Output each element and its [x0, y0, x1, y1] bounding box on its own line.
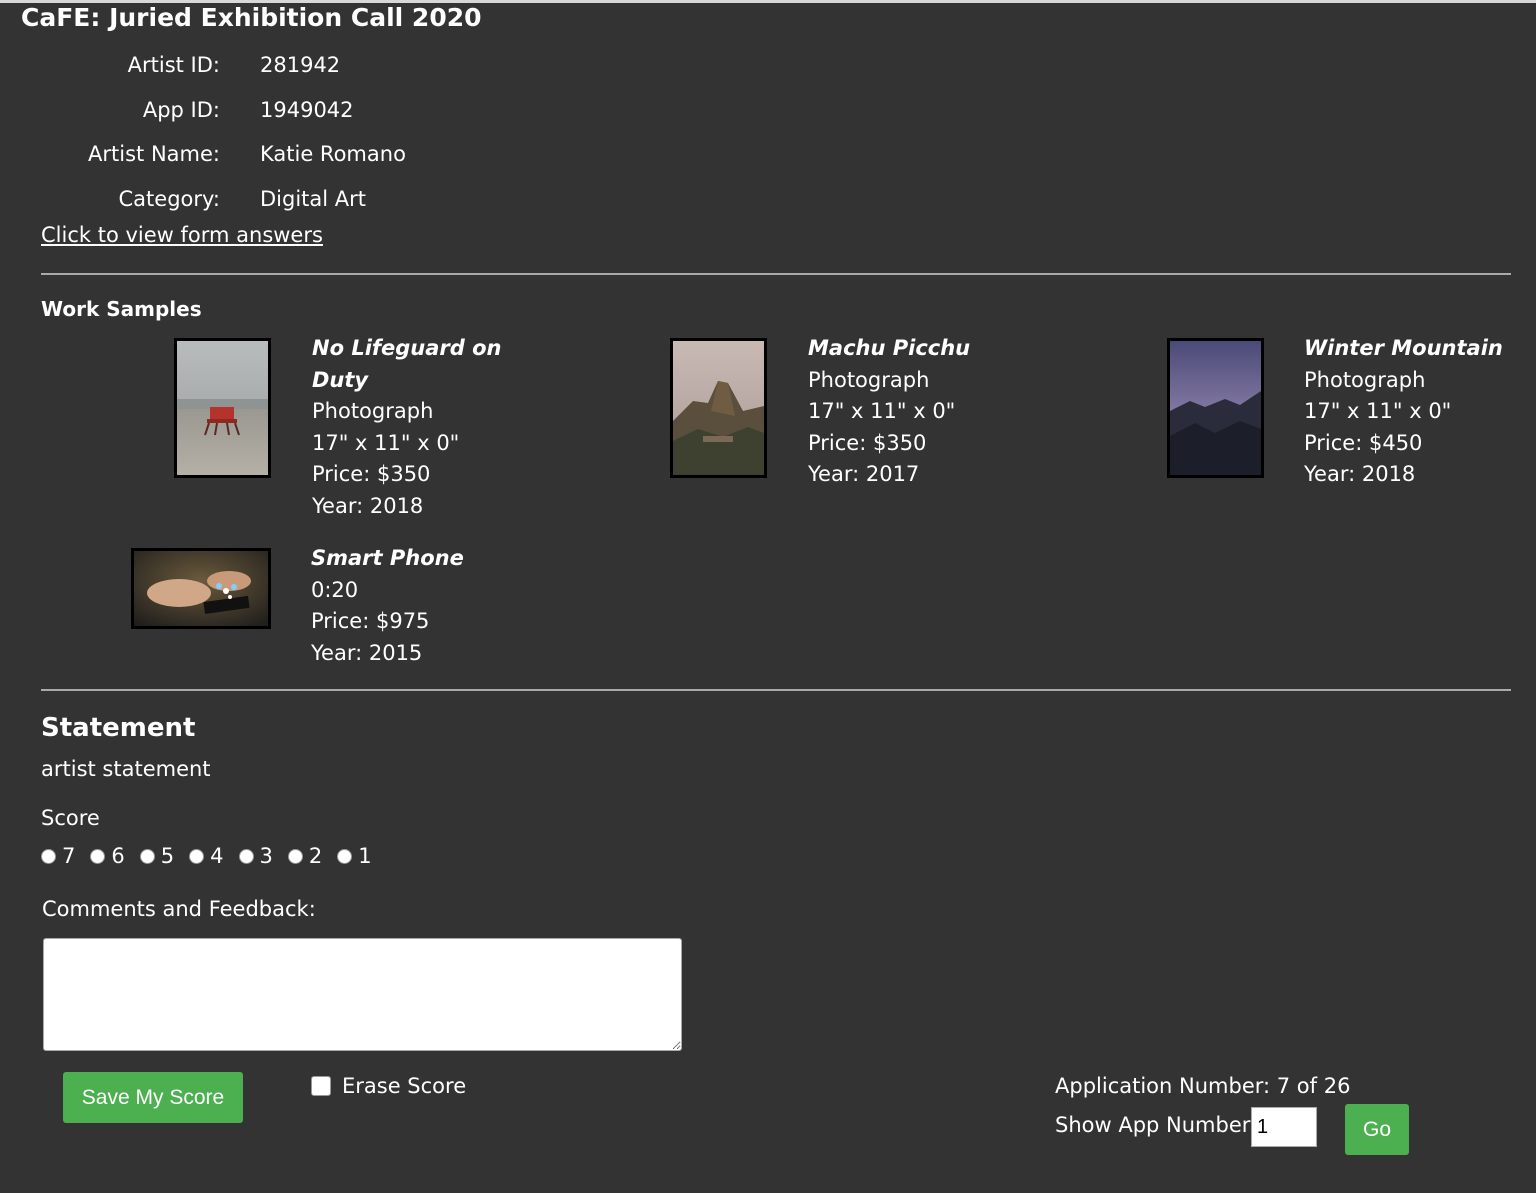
score-option-2[interactable]: 2 — [287, 844, 322, 868]
divider-top — [41, 273, 1511, 275]
work-medium: Photograph — [1304, 367, 1426, 392]
work-price: Price: $350 — [312, 462, 431, 486]
work-medium: Photograph — [808, 367, 930, 392]
radio-button[interactable] — [337, 848, 353, 864]
category-value: Digital Art — [260, 187, 367, 211]
radio-button[interactable] — [238, 848, 254, 864]
lifeguard-image — [177, 341, 268, 475]
radio-button[interactable] — [287, 848, 303, 864]
go-button[interactable]: Go — [1345, 1104, 1409, 1155]
work-year: Year: 2018 — [312, 493, 424, 518]
comments-label: Comments and Feedback: — [42, 897, 316, 921]
work-info-smart-phone: Smart Phone 0:20 Price: $975 Year: 2015 — [311, 543, 531, 669]
work-price: Price: $975 — [311, 609, 430, 633]
score-option-1[interactable]: 1 — [337, 844, 372, 868]
work-medium: Photograph — [312, 399, 434, 423]
statement-heading: Statement — [41, 713, 196, 743]
score-radio-group: 7 6 5 4 3 2 1 — [41, 844, 387, 868]
work-price: Price: $450 — [1304, 430, 1423, 455]
work-size: 17" x 11" x 0" — [1304, 399, 1452, 423]
score-option-6[interactable]: 6 — [90, 844, 125, 868]
save-score-button[interactable]: Save My Score — [63, 1072, 243, 1123]
erase-score-checkbox[interactable] — [311, 1076, 331, 1096]
radio-button[interactable] — [189, 848, 205, 864]
score-option-7[interactable]: 7 — [41, 844, 75, 868]
view-form-answers-link[interactable]: Click to view form answers — [41, 223, 323, 247]
page-title: CaFE: Juried Exhibition Call 2020 — [21, 3, 482, 32]
work-duration: 0:20 — [311, 577, 359, 602]
work-year: Year: 2017 — [808, 462, 920, 486]
work-title: Winter Mountain — [1304, 336, 1503, 360]
score-label: Score — [41, 806, 100, 830]
work-size: 17" x 11" x 0" — [808, 399, 956, 423]
show-app-number-input[interactable] — [1251, 1107, 1317, 1147]
work-thumbnail-lifeguard[interactable] — [174, 338, 271, 478]
statement-text: artist statement — [41, 757, 211, 781]
show-app-number-label: Show App Number: — [1055, 1113, 1258, 1137]
comments-textarea[interactable] — [43, 938, 682, 1051]
work-thumbnail-machu-picchu[interactable] — [670, 338, 767, 478]
work-size: 17" x 11" x 0" — [312, 430, 460, 455]
score-option-4[interactable]: 4 — [189, 844, 224, 868]
work-title: Smart Phone — [311, 546, 464, 570]
work-year: Year: 2018 — [1304, 462, 1416, 486]
work-info-winter-mountain: Winter Mountain Photograph 17" x 11" x 0… — [1304, 333, 1524, 491]
work-samples-heading: Work Samples — [41, 297, 202, 321]
work-info-lifeguard: No Lifeguard on Duty Photograph 17" x 11… — [312, 333, 502, 522]
radio-button[interactable] — [41, 848, 56, 864]
artist-name-value: Katie Romano — [260, 142, 406, 166]
work-thumbnail-winter-mountain[interactable] — [1167, 338, 1264, 478]
work-title: Machu Picchu — [808, 336, 971, 360]
app-id-label: App ID: — [142, 98, 220, 122]
work-year: Year: 2015 — [311, 640, 423, 665]
category-label: Category: — [118, 187, 220, 211]
work-price: Price: $350 — [808, 430, 927, 455]
divider-bottom — [41, 689, 1511, 691]
radio-button[interactable] — [90, 848, 106, 864]
erase-score-label: Erase Score — [342, 1074, 467, 1098]
work-title: No Lifeguard on Duty — [312, 336, 502, 392]
score-option-3[interactable]: 3 — [238, 844, 273, 868]
winter-mountain-image — [1170, 341, 1261, 475]
score-option-5[interactable]: 5 — [139, 844, 174, 868]
app-id-value: 1949042 — [260, 98, 354, 122]
work-info-machu-picchu: Machu Picchu Photograph 17" x 11" x 0" P… — [808, 333, 1028, 491]
artist-id-value: 281942 — [260, 53, 341, 77]
machu-picchu-image — [673, 341, 764, 475]
work-thumbnail-smart-phone[interactable] — [131, 548, 271, 629]
application-number: Application Number: 7 of 26 — [1055, 1074, 1351, 1098]
artist-id-label: Artist ID: — [127, 53, 220, 77]
smart-phone-image — [134, 551, 268, 626]
radio-button[interactable] — [139, 848, 155, 864]
erase-score-option[interactable]: Erase Score — [311, 1074, 466, 1098]
artist-name-label: Artist Name: — [88, 142, 220, 166]
